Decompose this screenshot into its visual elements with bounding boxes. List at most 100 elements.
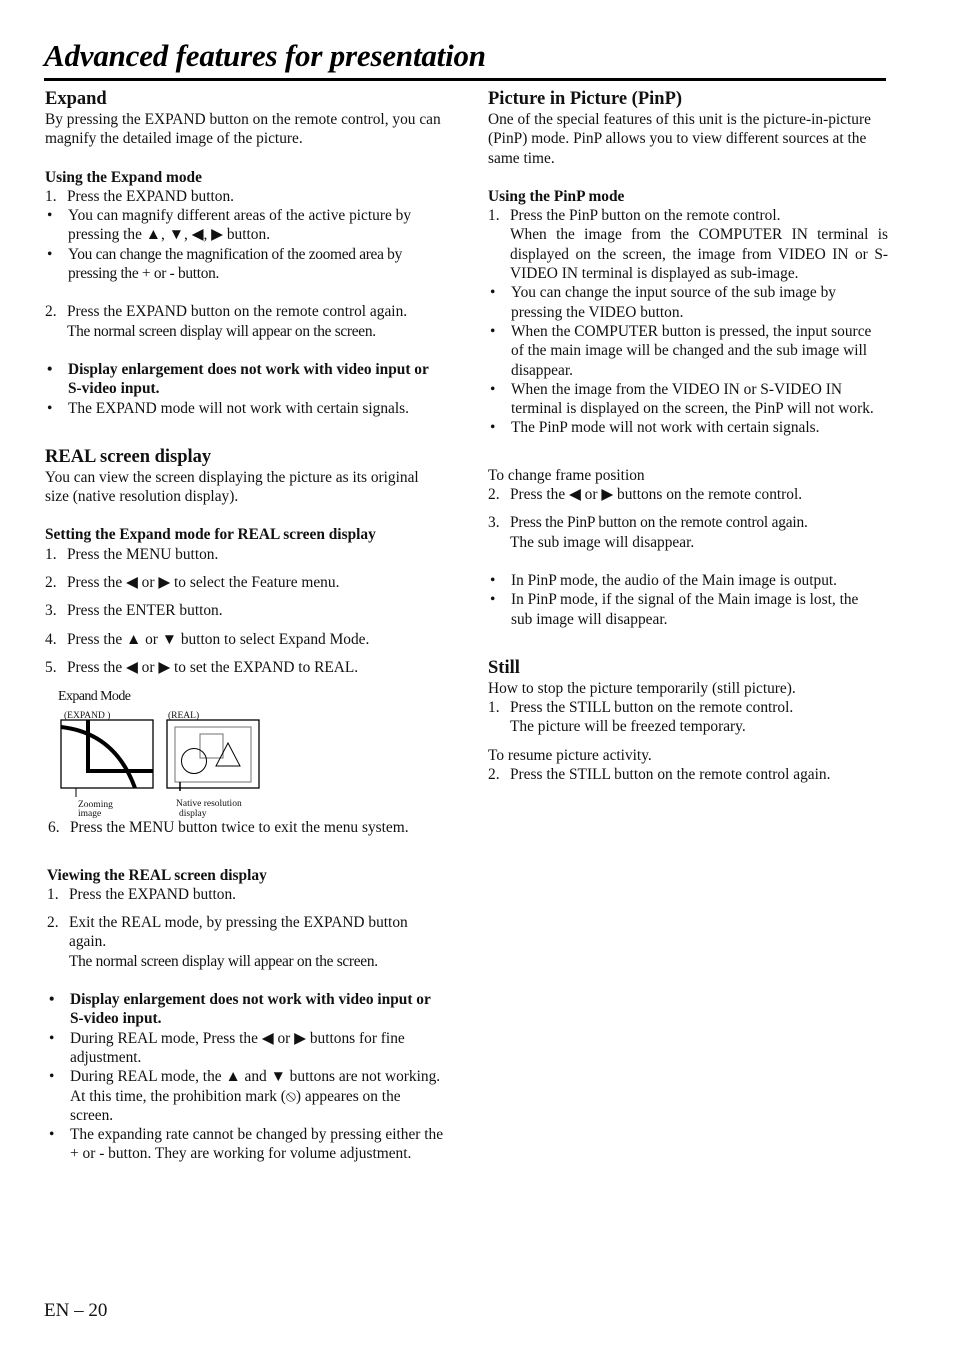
bullet-text: You can magnify different areas of the a… <box>68 207 412 244</box>
step-body: Press the PinP button on the remote cont… <box>510 206 888 283</box>
step-number: 2. <box>488 486 500 504</box>
pinp-step-1: 1. Press the PinP button on the remote c… <box>488 206 888 283</box>
step-number: 4. <box>45 630 57 648</box>
step-number: 3. <box>488 514 500 532</box>
real-note-2: • During REAL mode, Press the ◀ or ▶ but… <box>47 1029 445 1068</box>
diagram-title: Expand Mode <box>58 689 131 705</box>
step-number: 2. <box>488 766 500 784</box>
bullet-text: When the image from the VIDEO IN or S-VI… <box>511 380 874 418</box>
bullet-text: In PinP mode, the audio of the Main imag… <box>511 571 838 589</box>
step-note: The normal screen display will appear on… <box>69 952 378 970</box>
real-intro: You can view the screen displaying the p… <box>45 468 419 506</box>
expand-note-1: • Display enlargement does not work with… <box>45 360 445 399</box>
step-text: Press the EXPAND button. <box>67 187 235 205</box>
bullet-icon: • <box>47 360 53 378</box>
pinp-using-heading: Using the PinP mode <box>488 187 625 205</box>
bullet-icon: • <box>490 571 496 589</box>
step-body: Press the EXPAND button on the remote co… <box>67 302 445 341</box>
bullet-icon: • <box>49 1029 55 1047</box>
resume-heading: To resume picture activity. <box>488 746 652 764</box>
caption-line: Native resolution <box>176 799 242 810</box>
bullet-text: Display enlargement does not work with v… <box>68 360 429 398</box>
expand-step-2: 2. Press the EXPAND button on the remote… <box>45 302 445 341</box>
step-text: Press the ◀ or ▶ buttons on the remote c… <box>510 486 803 504</box>
step-number: 1. <box>45 187 57 205</box>
expand-mode-diagram: Expand Mode (EXPAND ) (REAL) Zooming ima… <box>58 683 445 820</box>
bullet-text: You can change the magnification of the … <box>68 245 402 283</box>
step-text: Press the ◀ or ▶ to select the Feature m… <box>67 574 340 592</box>
pinp-note-1: • In PinP mode, the audio of the Main im… <box>488 571 888 590</box>
step-text: Press the MENU button twice to exit the … <box>70 819 409 837</box>
bullet-icon: • <box>49 991 55 1009</box>
real-step-1: 1. Press the MENU button. <box>45 545 445 564</box>
real-note-1: • Display enlargement does not work with… <box>47 990 445 1029</box>
bullet-icon: • <box>47 245 53 263</box>
step-text: Press the STILL button on the remote con… <box>510 699 794 717</box>
step-text: Press the EXPAND button. <box>69 885 237 903</box>
bullet-icon: • <box>490 380 496 398</box>
step-note: The picture will be freezed temporary. <box>510 718 746 736</box>
page-title: Advanced features for presentation <box>44 38 486 73</box>
step-text: Press the EXPAND button on the remote co… <box>67 303 408 321</box>
pinp-bullet-4: • The PinP mode will not work with certa… <box>488 418 888 437</box>
pinp-bullet-3: • When the image from the VIDEO IN or S-… <box>488 380 888 419</box>
using-expand-heading: Using the Expand mode <box>45 168 202 186</box>
step-body: Exit the REAL mode, by pressing the EXPA… <box>69 913 445 971</box>
bullet-text: The PinP mode will not work with certain… <box>511 419 820 437</box>
real-step-4: 4. Press the ▲ or ▼ button to select Exp… <box>45 630 445 649</box>
step-number: 2. <box>47 914 59 932</box>
bullet-text: You can change the input source of the s… <box>511 284 836 321</box>
bullet-text: During REAL mode, the ▲ and ▼ buttons ar… <box>70 1068 441 1124</box>
expand-step-1: 1. Press the EXPAND button. <box>45 187 445 206</box>
page-number: EN – 20 <box>44 1300 108 1321</box>
step-body: Press the PinP button on the remote cont… <box>510 513 888 552</box>
real-note-4: • The expanding rate cannot be changed b… <box>47 1125 445 1164</box>
step-text: Press the ◀ or ▶ to set the EXPAND to RE… <box>67 658 359 676</box>
pinp-heading: Picture in Picture (PinP) <box>488 89 683 109</box>
bullet-icon: • <box>490 322 496 340</box>
step-number: 1. <box>45 545 57 563</box>
step-number: 1. <box>488 699 500 717</box>
still-step-1: 1. Press the STILL button on the remote … <box>488 698 888 737</box>
step-text: Press the ENTER button. <box>67 602 223 620</box>
caption-line: display <box>179 809 207 820</box>
step-note: The normal screen display will appear on… <box>67 322 376 340</box>
bullet-text: During REAL mode, Press the ◀ or ▶ butto… <box>70 1029 405 1066</box>
bullet-icon: • <box>490 419 496 437</box>
pinp-step-2: 2. Press the ◀ or ▶ buttons on the remot… <box>488 485 888 504</box>
step-note: The sub image will disappear. <box>510 533 695 551</box>
step-body: Press the STILL button on the remote con… <box>510 698 888 737</box>
pinp-bullet-2: • When the COMPUTER button is pressed, t… <box>488 322 888 380</box>
step-number: 6. <box>48 819 60 837</box>
real-heading: REAL screen display <box>45 446 212 467</box>
bullet-text: The EXPAND mode will not work with certa… <box>68 399 409 417</box>
step-number: 3. <box>45 602 57 620</box>
pinp-bullet-1: • You can change the input source of the… <box>488 283 888 322</box>
step-number: 5. <box>45 658 57 676</box>
right-column: Picture in Picture (PinP) One of the spe… <box>488 88 888 784</box>
bullet-icon: • <box>47 207 53 225</box>
real-step-2: 2. Press the ◀ or ▶ to select the Featur… <box>45 573 445 592</box>
real-step-6: 6. Press the MENU button twice to exit t… <box>48 818 445 837</box>
step-text: Press the ▲ or ▼ button to select Expand… <box>67 630 370 648</box>
real-step-3: 3. Press the ENTER button. <box>45 601 445 620</box>
zooming-caption: Zooming image <box>78 800 113 819</box>
step-text: Press the PinP button on the remote cont… <box>510 514 808 532</box>
real-setting-heading: Setting the Expand mode for REAL screen … <box>45 526 376 544</box>
step-number: 2. <box>45 574 57 592</box>
step-note: When the image from the COMPUTER IN term… <box>510 226 888 283</box>
expand-heading: Expand <box>45 89 107 109</box>
real-viewing-heading: Viewing the REAL screen display <box>47 866 267 884</box>
step-text: Press the MENU button. <box>67 545 219 563</box>
step-text: Press the PinP button on the remote cont… <box>510 207 781 225</box>
expand-intro: By pressing the EXPAND button on the rem… <box>45 111 441 148</box>
pinp-note-2: • In PinP mode, if the signal of the Mai… <box>488 590 888 629</box>
bullet-text: The expanding rate cannot be changed by … <box>70 1126 444 1163</box>
bullet-text: Display enlargement does not work with v… <box>70 991 431 1028</box>
expand-bullet-1: • You can magnify different areas of the… <box>45 206 445 245</box>
step-number: 2. <box>45 303 57 321</box>
step-number: 1. <box>488 207 500 225</box>
still-step-2: 2. Press the STILL button on the remote … <box>488 765 888 784</box>
step-text: Press the STILL button on the remote con… <box>510 766 831 784</box>
pinp-step-3: 3. Press the PinP button on the remote c… <box>488 513 888 552</box>
